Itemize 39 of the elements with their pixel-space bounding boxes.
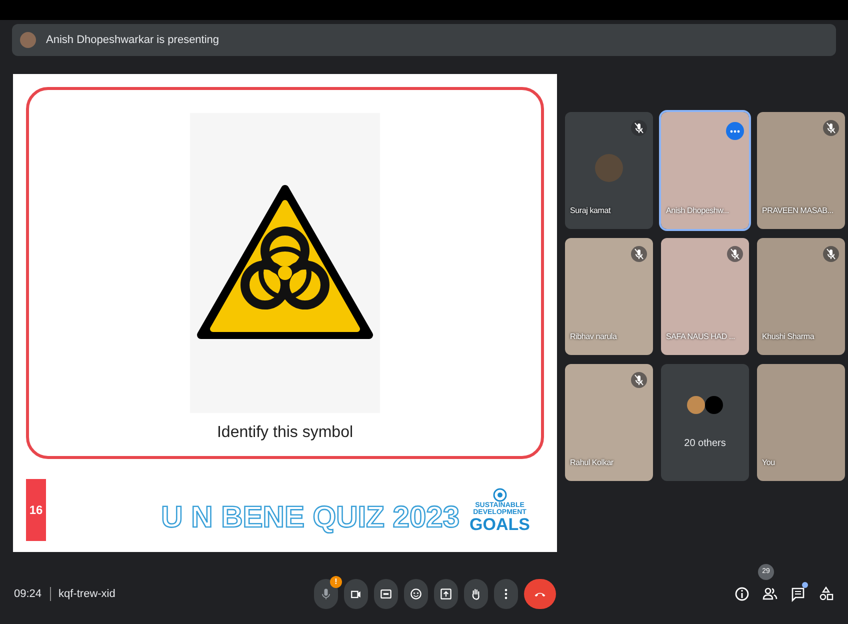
more-icon xyxy=(730,130,740,132)
leave-call-button[interactable] xyxy=(524,579,556,609)
camera-button[interactable] xyxy=(344,579,368,609)
more-options-button[interactable] xyxy=(726,122,744,140)
raise-hand-button[interactable] xyxy=(464,579,488,609)
quiz-title: U N BENE QUIZ 2023 xyxy=(161,500,460,536)
captions-icon xyxy=(379,587,393,601)
warning-badge: ! xyxy=(330,576,342,588)
presenter-avatar xyxy=(20,32,36,48)
participant-name: Rahul Kolkar xyxy=(570,457,614,469)
slide-number: 16 xyxy=(26,479,46,541)
participant-name: Anish Dhopeshw... xyxy=(666,205,729,217)
present-screen-icon xyxy=(439,587,453,601)
shapes-icon xyxy=(818,586,834,602)
meeting-time: 09:24 xyxy=(14,586,42,602)
participant-count-label: 20 others xyxy=(683,437,727,451)
presenter-text: Anish Dhopeshwarkar is presenting xyxy=(46,32,220,48)
participant-name: PRAVEEN MASAB... xyxy=(762,205,834,217)
meeting-details-button[interactable] xyxy=(734,586,750,602)
participant-name: SAFA NAUS HAD ... xyxy=(666,331,736,343)
participant-name: Suraj kamat xyxy=(570,205,610,217)
captions-button[interactable] xyxy=(374,579,398,609)
mic-icon xyxy=(319,587,333,601)
un-emblem-icon xyxy=(492,488,507,502)
chat-icon xyxy=(790,586,806,602)
slide-caption: Identify this symbol xyxy=(216,423,354,443)
people-icon xyxy=(762,586,778,602)
info-icon xyxy=(734,586,750,602)
reactions-button[interactable] xyxy=(404,579,428,609)
avatar-circle xyxy=(595,154,623,182)
present-button[interactable] xyxy=(434,579,458,609)
smiley-icon xyxy=(409,587,423,601)
avatar-circle xyxy=(687,396,705,414)
participant-name: Khushi Sharma xyxy=(762,331,814,343)
meeting-code: kqf-trew-xid xyxy=(58,586,116,602)
participant-name: You xyxy=(762,457,775,469)
participant-name: Ribhav narula xyxy=(570,331,617,343)
avatar-circle xyxy=(705,396,723,414)
activities-button[interactable] xyxy=(818,586,834,602)
